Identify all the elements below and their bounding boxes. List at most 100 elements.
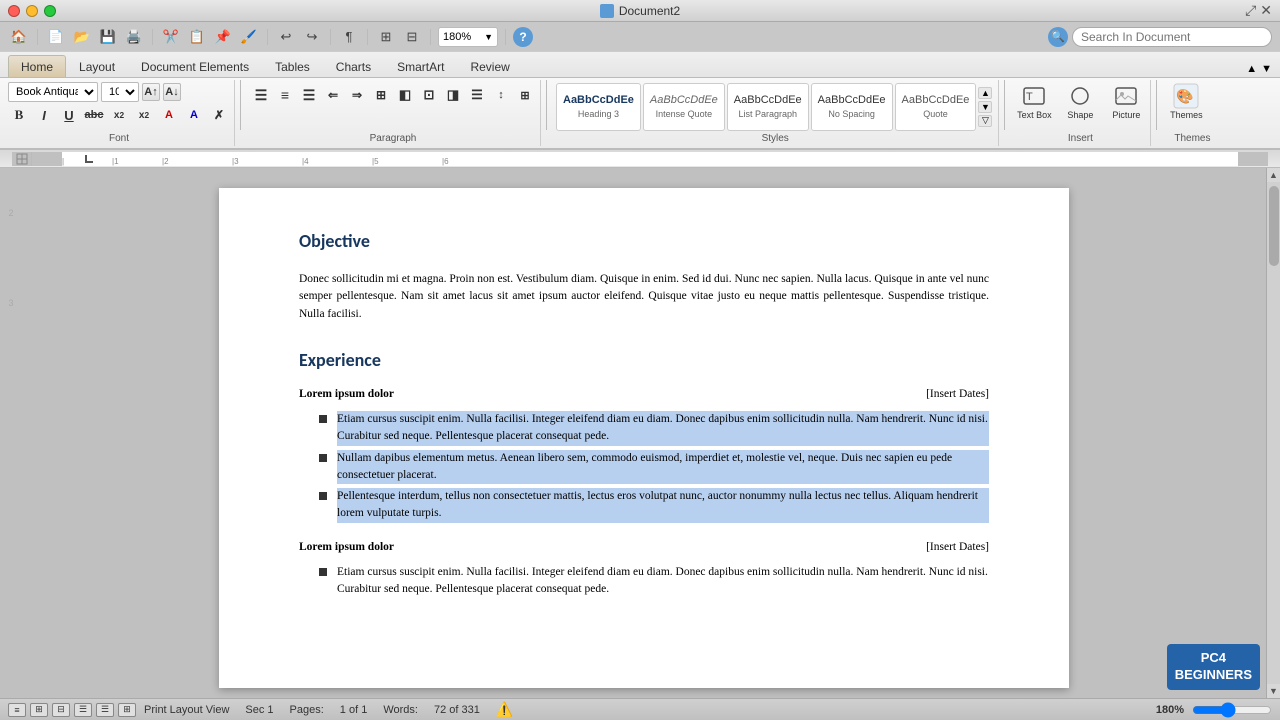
view-icon-6[interactable]: ⊞ <box>118 703 136 717</box>
save-button[interactable]: 💾 <box>97 26 119 48</box>
style-heading3[interactable]: AaBbCcDdEe Heading 3 <box>556 83 641 131</box>
error-icon[interactable]: ⚠️ <box>496 701 513 718</box>
font-family-select[interactable]: Book Antiqua (B... <box>8 82 98 102</box>
increase-indent-button[interactable]: ⇒ <box>346 84 368 106</box>
insert-picture[interactable]: Picture <box>1106 82 1146 120</box>
style-quote[interactable]: AaBbCcDdEe Quote <box>895 83 977 131</box>
view-icon-4[interactable]: ☰ <box>74 703 92 717</box>
new-doc-button[interactable]: 📄 <box>45 26 67 48</box>
align-justify-button[interactable]: ☰ <box>466 84 488 106</box>
font-size-up-button[interactable]: A↑ <box>142 83 160 101</box>
home-button[interactable]: 🏠 <box>8 26 30 48</box>
status-right: 180% <box>1156 704 1272 716</box>
undo-button[interactable]: ↩ <box>275 26 297 48</box>
window-close-icon[interactable]: ✕ <box>1260 2 1272 19</box>
style-no-spacing[interactable]: AaBbCcDdEe No Spacing <box>811 83 893 131</box>
bullets-button[interactable]: ☰ <box>250 84 272 106</box>
view-icon-5[interactable]: ☰ <box>96 703 114 717</box>
decrease-indent-button[interactable]: ⇐ <box>322 84 344 106</box>
styles-scroll-up[interactable]: ▲ <box>978 87 992 99</box>
bold-button[interactable]: B <box>8 104 30 126</box>
list-button[interactable]: ☰ <box>298 84 320 106</box>
view-icon-1[interactable]: ≡ <box>8 703 26 717</box>
tab-smartart[interactable]: SmartArt <box>384 55 457 77</box>
right-scrollbar[interactable]: ▲ ▼ <box>1266 168 1280 698</box>
bullet-text-2[interactable]: Nullam dapibus elementum metus. Aenean l… <box>337 450 989 485</box>
columns-button[interactable]: ⊞ <box>370 84 392 106</box>
font-color-button[interactable]: A <box>183 104 205 126</box>
bullet-text-1[interactable]: Etiam cursus suscipit enim. Nulla facili… <box>337 411 989 446</box>
sidebar-marker-2: 3 <box>8 298 13 308</box>
open-button[interactable]: 📂 <box>71 26 93 48</box>
font-size-select[interactable]: 10 <box>101 82 139 102</box>
ruler-corner[interactable] <box>12 152 32 166</box>
ribbon-up-icon[interactable]: ▲ <box>1246 63 1257 75</box>
styles-scroll[interactable]: ▲ ▼ ▽ <box>978 87 994 127</box>
bullet-item-4[interactable]: Etiam cursus suscipit enim. Nulla facili… <box>319 564 989 599</box>
tab-home[interactable]: Home <box>8 55 66 77</box>
style-list-paragraph-name: List Paragraph <box>738 109 797 119</box>
redo-button[interactable]: ↪ <box>301 26 323 48</box>
bullet-text-4[interactable]: Etiam cursus suscipit enim. Nulla facili… <box>337 564 989 599</box>
markers-button[interactable]: ¶ <box>338 26 360 48</box>
styles-scroll-down[interactable]: ▼ <box>978 101 992 113</box>
strikethrough-button[interactable]: abc <box>83 104 105 126</box>
paste-button[interactable]: 📌 <box>212 26 234 48</box>
tab-layout[interactable]: Layout <box>66 55 128 77</box>
grid-button[interactable]: ⊞ <box>375 26 397 48</box>
ribbon-down-icon[interactable]: ▼ <box>1261 63 1272 75</box>
minimize-button[interactable] <box>26 5 38 17</box>
doc-scroll-area[interactable]: Objective Donec sollicitudin mi et magna… <box>22 168 1266 698</box>
insert-textbox[interactable]: T Text Box <box>1014 82 1054 120</box>
align-center-button[interactable]: ⊡ <box>418 84 440 106</box>
resize-icon[interactable]: ⤢ <box>1245 2 1256 19</box>
underline-button[interactable]: U <box>58 104 80 126</box>
scroll-down-button[interactable]: ▼ <box>1267 684 1280 698</box>
close-button[interactable] <box>8 5 20 17</box>
line-spacing-button[interactable]: ↕ <box>490 84 512 106</box>
tab-charts[interactable]: Charts <box>323 55 384 77</box>
grid2-button[interactable]: ⊟ <box>401 26 423 48</box>
cut-button[interactable]: ✂️ <box>160 26 182 48</box>
tab-document-elements[interactable]: Document Elements <box>128 55 262 77</box>
bullet-text-3[interactable]: Pellentesque interdum, tellus non consec… <box>337 488 989 523</box>
copy-button[interactable]: 📋 <box>186 26 208 48</box>
font-size-down-button[interactable]: A↓ <box>163 83 181 101</box>
superscript-button[interactable]: x2 <box>108 104 130 126</box>
scroll-thumb[interactable] <box>1269 186 1279 266</box>
align-left-button[interactable]: ◧ <box>394 84 416 106</box>
doc-page[interactable]: Objective Donec sollicitudin mi et magna… <box>219 188 1069 688</box>
align-right-button[interactable]: ◨ <box>442 84 464 106</box>
numbering-button[interactable]: ≡ <box>274 84 296 106</box>
insert-shape[interactable]: Shape <box>1060 82 1100 120</box>
themes-button[interactable]: 🎨 Themes <box>1166 82 1206 120</box>
bullet-item-2[interactable]: Nullam dapibus elementum metus. Aenean l… <box>319 450 989 485</box>
window-controls[interactable] <box>8 5 56 17</box>
tab-stop[interactable] <box>84 152 94 166</box>
highlight-button[interactable]: A <box>158 104 180 126</box>
bullet-item-3[interactable]: Pellentesque interdum, tellus non consec… <box>319 488 989 523</box>
subscript-button[interactable]: x2 <box>133 104 155 126</box>
styles-expand[interactable]: ▽ <box>978 115 992 127</box>
help-button[interactable]: ? <box>513 27 533 47</box>
tab-tables[interactable]: Tables <box>262 55 323 77</box>
view-icon-2[interactable]: ⊞ <box>30 703 48 717</box>
tab-review[interactable]: Review <box>457 55 522 77</box>
clear-format-button[interactable]: ✗ <box>208 104 230 126</box>
bullet-item-1[interactable]: Etiam cursus suscipit enim. Nulla facili… <box>319 411 989 446</box>
scroll-up-button[interactable]: ▲ <box>1267 168 1280 182</box>
format-painter-button[interactable]: 🖌️ <box>238 26 260 48</box>
italic-button[interactable]: I <box>33 104 55 126</box>
search-input[interactable] <box>1081 30 1263 44</box>
borders-button[interactable]: ⊞ <box>514 84 536 106</box>
zoom-dropdown-icon[interactable]: ▼ <box>484 32 493 42</box>
zoom-slider[interactable] <box>1192 704 1272 716</box>
print-button[interactable]: 🖨️ <box>123 26 145 48</box>
style-list-paragraph[interactable]: AaBbCcDdEe List Paragraph <box>727 83 809 131</box>
objective-paragraph[interactable]: Donec sollicitudin mi et magna. Proin no… <box>299 271 989 323</box>
maximize-button[interactable] <box>44 5 56 17</box>
view-icon-3[interactable]: ⊟ <box>52 703 70 717</box>
style-intense-quote[interactable]: AaBbCcDdEe Intense Quote <box>643 83 725 131</box>
zoom-select-wrap[interactable]: 180% ▼ <box>438 27 498 47</box>
title-bar-right: ⤢ ✕ <box>1245 2 1272 19</box>
